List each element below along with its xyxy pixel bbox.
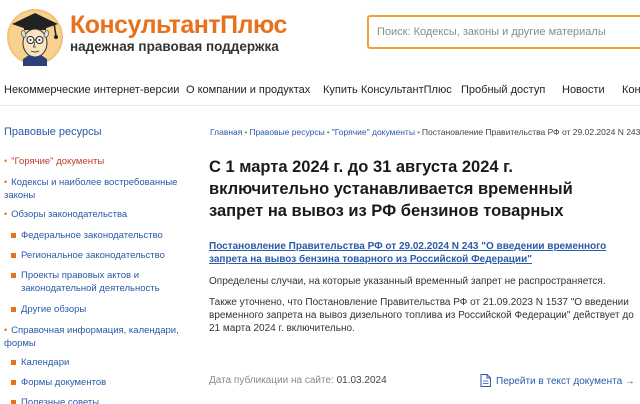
sidebar: Правовые ресурсы • "Горячие" документы • К… <box>0 106 196 404</box>
bullet-icon: • <box>4 209 8 219</box>
brand[interactable]: КонсультантПлюс надежная правовая поддер… <box>70 12 287 55</box>
bullet-icon: • <box>4 325 8 335</box>
breadcrumb-separator: • <box>416 127 420 137</box>
nav-noncommercial-versions[interactable]: Некоммерческие интернет-версии <box>4 84 179 96</box>
sidebar-subitem-projects[interactable]: Проекты правовых актов и законодательной… <box>11 269 171 295</box>
nav-news[interactable]: Новости <box>562 84 605 96</box>
breadcrumb-separator: • <box>244 127 248 137</box>
professor-mascot-icon[interactable] <box>4 4 66 66</box>
nav-trial-access[interactable]: Пробный доступ <box>461 84 545 96</box>
go-to-document-link[interactable]: Перейти в текст документа → <box>480 374 635 387</box>
sidebar-subitem-useful-tips[interactable]: Полезные советы <box>11 396 191 404</box>
breadcrumb-current: Постановление Правительства РФ от 29.02.… <box>421 127 640 137</box>
breadcrumb-hot-docs[interactable]: "Горячие" документы <box>332 127 415 137</box>
go-to-document-label: Перейти в текст документа → <box>496 376 635 387</box>
sidebar-item-codes[interactable]: • Кодексы и наиболее востребованные закон… <box>4 176 184 202</box>
breadcrumb-legal-resources[interactable]: Правовые ресурсы <box>249 127 324 137</box>
sidebar-item-label: Кодексы и наиболее востребованные законы <box>4 177 178 201</box>
sidebar-item-reviews[interactable]: • Обзоры законодательства <box>4 208 189 221</box>
bullet-icon: • <box>4 177 8 187</box>
breadcrumb: Главная • Правовые ресурсы • "Горячие" докум… <box>210 127 640 137</box>
sidebar-item-label: Обзоры законодательства <box>11 209 128 220</box>
breadcrumb-home[interactable]: Главная <box>210 127 242 137</box>
sidebar-subitem-other-reviews[interactable]: Другие обзоры <box>11 303 191 316</box>
document-icon <box>480 374 491 387</box>
sidebar-item-reference[interactable]: • Справочная информация, календари, формы <box>4 324 192 350</box>
article-title: С 1 марта 2024 г. до 31 августа 2024 г. … <box>209 158 573 220</box>
publication-date-label: Дата публикации на сайте: <box>209 375 334 386</box>
document-link[interactable]: Постановление Правительства РФ от 29.02.… <box>209 240 634 266</box>
nav-contacts-truncated[interactable]: Кон <box>622 84 640 96</box>
brand-name[interactable]: КонсультантПлюс <box>70 12 287 38</box>
sidebar-subitem-doc-forms[interactable]: Формы документов <box>11 376 191 389</box>
article-paragraph-1: Определены случаи, на которые указанный … <box>209 276 606 287</box>
search-box[interactable] <box>367 15 640 49</box>
publication-date-value: 01.03.2024 <box>336 375 387 386</box>
sidebar-subitem-regional[interactable]: Региональное законодательство <box>11 249 191 262</box>
sidebar-title[interactable]: Правовые ресурсы <box>4 126 102 138</box>
nav-buy-consultant[interactable]: Купить КонсультантПлюс <box>323 84 452 96</box>
sidebar-item-label: "Горячие" документы <box>11 156 105 167</box>
publication-date: Дата публикации на сайте: 01.03.2024 <box>209 375 387 386</box>
sidebar-item-hot-docs[interactable]: • "Горячие" документы <box>4 155 189 168</box>
nav-about-company[interactable]: О компании и продуктах <box>186 84 310 96</box>
breadcrumb-separator: • <box>326 127 330 137</box>
sidebar-subitem-calendars[interactable]: Календари <box>11 356 191 369</box>
sidebar-item-label: Справочная информация, календари, формы <box>4 325 179 349</box>
search-input[interactable] <box>369 17 640 47</box>
sidebar-subitem-federal[interactable]: Федеральное законодательство <box>11 229 191 242</box>
article-paragraph-2: Также уточнено, что Постановление Правит… <box>209 297 634 334</box>
site-header: КонсультантПлюс надежная правовая поддер… <box>0 0 640 68</box>
top-navigation: Некоммерческие интернет-версии О компани… <box>0 78 640 106</box>
bullet-icon: • <box>4 156 8 166</box>
brand-tagline: надежная правовая поддержка <box>70 39 279 54</box>
